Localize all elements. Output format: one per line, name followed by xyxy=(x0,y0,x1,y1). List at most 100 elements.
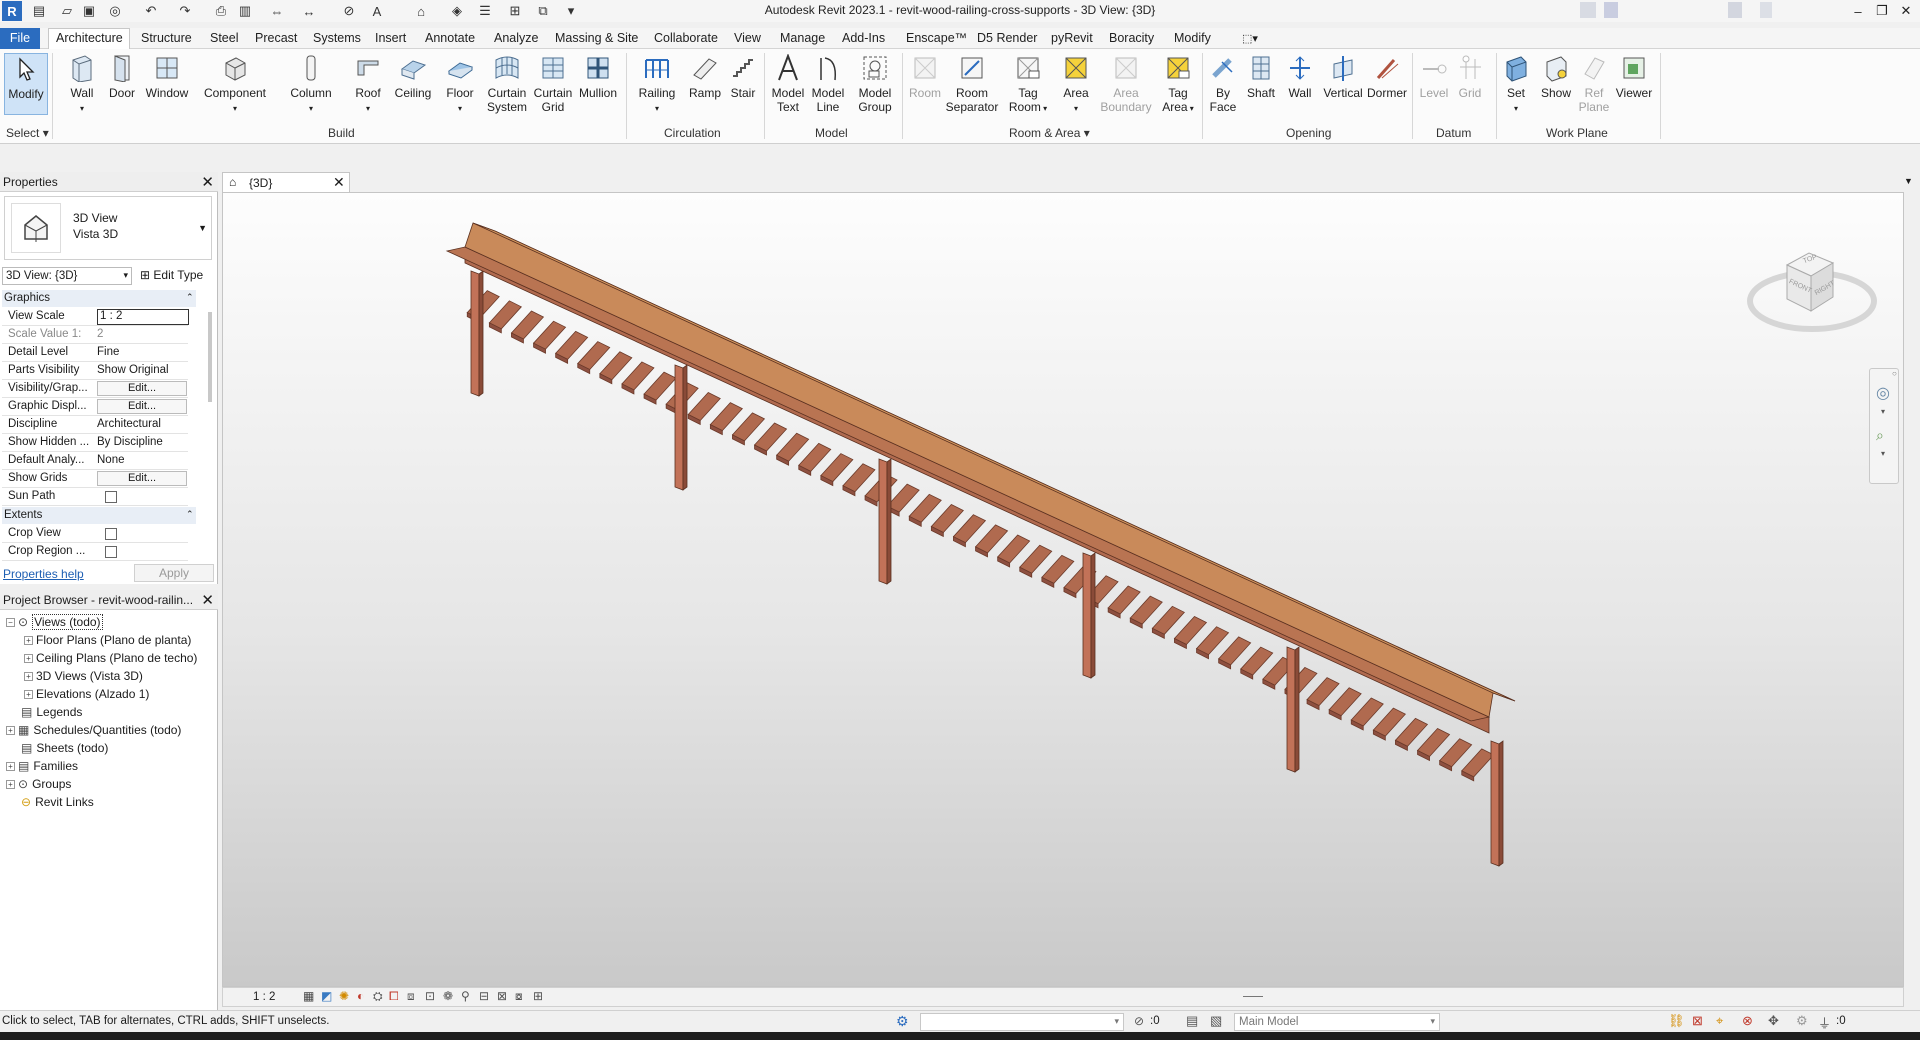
filter-icon[interactable]: ⏚ xyxy=(1818,1013,1831,1032)
properties-scrollbar[interactable] xyxy=(208,312,212,402)
cross-support-board[interactable] xyxy=(1416,728,1451,758)
cross-support-board[interactable] xyxy=(643,371,677,401)
vertical-opening-button[interactable]: Vertical xyxy=(1320,53,1366,100)
file-tab[interactable]: File xyxy=(0,28,40,49)
browser-node[interactable]: + ▦ Schedules/Quantities (todo) xyxy=(6,723,181,737)
reveal-hidden-icon[interactable]: ⚲ xyxy=(461,989,470,1003)
grid-button[interactable]: Grid xyxy=(1454,53,1486,100)
drag-elements-icon[interactable]: ✥ xyxy=(1768,1013,1779,1029)
cross-support-board[interactable] xyxy=(908,493,942,523)
cross-support-board[interactable] xyxy=(1394,717,1429,747)
model-group-button[interactable]: Model Group xyxy=(852,53,898,114)
railing-post-side[interactable] xyxy=(1498,740,1504,867)
property-value[interactable]: Fine xyxy=(97,346,189,362)
cross-support-board[interactable] xyxy=(1240,646,1274,676)
temporary-hide-icon[interactable]: ❁ xyxy=(443,989,453,1003)
close-icon[interactable]: ✕ xyxy=(333,174,345,191)
railing-post-side[interactable] xyxy=(886,458,892,585)
cross-support-board[interactable] xyxy=(1438,738,1473,768)
cross-support-board[interactable] xyxy=(820,453,854,483)
select-by-face-icon[interactable]: ⊗ xyxy=(1742,1013,1753,1029)
select-underlay-icon[interactable]: ⊠ xyxy=(1692,1013,1703,1029)
cross-support-board[interactable] xyxy=(1372,707,1406,737)
browser-node[interactable]: + Ceiling Plans (Plano de techo) xyxy=(24,651,197,665)
wood-railing-model[interactable] xyxy=(223,193,1904,987)
wall-button[interactable]: Wall ▾ xyxy=(64,53,100,116)
expand-icon[interactable]: + xyxy=(24,636,33,646)
property-value[interactable]: 1 : 2 xyxy=(97,309,189,325)
render-icon[interactable]: ⛭ xyxy=(373,989,383,1004)
cross-support-board[interactable] xyxy=(532,320,567,350)
cross-support-board[interactable] xyxy=(1107,585,1141,615)
railing-post-side[interactable] xyxy=(1090,552,1096,679)
show-crop-icon[interactable]: ⧈ xyxy=(407,989,415,1004)
design-option-dropdown[interactable]: Main Model ▾ xyxy=(1234,1013,1440,1031)
cross-support-board[interactable] xyxy=(731,412,766,442)
sun-path-icon[interactable]: ✺ xyxy=(339,989,349,1003)
area-boundary-button[interactable]: Area Boundary xyxy=(1096,53,1156,114)
workset-dropdown[interactable]: ▾ xyxy=(920,1013,1124,1031)
property-value[interactable] xyxy=(97,545,189,561)
tab-manage[interactable]: Manage xyxy=(780,31,825,45)
tab-annotate[interactable]: Annotate xyxy=(425,31,475,45)
by-face-button[interactable]: By Face xyxy=(1208,53,1238,114)
mullion-button[interactable]: Mullion xyxy=(576,53,620,100)
room-button[interactable]: Room xyxy=(906,53,944,100)
shaft-button[interactable]: Shaft xyxy=(1244,53,1278,100)
edit-button[interactable]: Edit... xyxy=(97,381,187,396)
drawing-area-3d[interactable]: TOP FRONT RIGHT ◎ ▾ ⌕ ▾ ○ xyxy=(222,192,1904,987)
browser-node[interactable]: ▤ Sheets (todo) xyxy=(6,741,108,755)
tab-view[interactable]: View xyxy=(734,31,761,45)
resize-handle[interactable] xyxy=(1243,996,1263,997)
restore-icon[interactable]: ❐ xyxy=(1870,0,1894,22)
property-value[interactable]: 2 xyxy=(97,328,189,344)
railing-post[interactable] xyxy=(1286,646,1296,773)
cross-support-board[interactable] xyxy=(886,483,920,513)
level-button[interactable]: Level xyxy=(1418,53,1450,100)
expand-icon[interactable]: + xyxy=(6,726,15,736)
railing-post[interactable] xyxy=(1490,740,1500,867)
cross-support-board[interactable] xyxy=(1195,626,1230,656)
cross-support-board[interactable] xyxy=(974,524,1009,554)
edit-button[interactable]: Edit... xyxy=(97,399,187,414)
expand-icon[interactable]: + xyxy=(24,690,33,700)
checkbox[interactable] xyxy=(105,491,117,503)
select-panel-label[interactable]: Select ▾ xyxy=(6,126,49,140)
railing-post-side[interactable] xyxy=(478,270,484,397)
railing-post[interactable] xyxy=(1082,552,1092,679)
expand-icon[interactable]: + xyxy=(24,654,33,664)
tab-analyze[interactable]: Analyze xyxy=(494,31,538,45)
handrail-ledge[interactable] xyxy=(445,246,1491,722)
cross-support-board[interactable] xyxy=(709,402,743,432)
browser-node[interactable]: + Elevations (Alzado 1) xyxy=(24,687,149,701)
tab-precast[interactable]: Precast xyxy=(255,31,297,45)
tab-insert[interactable]: Insert xyxy=(375,31,406,45)
property-value[interactable]: None xyxy=(97,454,189,470)
analytical-model-icon[interactable]: ⧇ xyxy=(515,989,523,1004)
worksharing-display-icon[interactable]: ⊠ xyxy=(497,989,507,1003)
tag-room-button[interactable]: Tag Room ▾ xyxy=(1008,53,1048,116)
tab-modify[interactable]: Modify xyxy=(1174,31,1211,45)
select-links-icon[interactable]: ⛓ xyxy=(1668,1013,1685,1029)
cross-support-board[interactable] xyxy=(1041,554,1075,584)
curtain-system-button[interactable]: Curtain System xyxy=(484,53,530,114)
tab-overflow-icon[interactable]: ▼ xyxy=(1904,176,1913,186)
design-option-icon[interactable]: ▧ xyxy=(1210,1013,1222,1029)
property-value[interactable]: Edit... xyxy=(97,381,189,398)
handrail-cap[interactable] xyxy=(472,222,1516,702)
browser-node[interactable]: ⊖ Revit Links xyxy=(6,795,94,809)
component-button[interactable]: Component ▾ xyxy=(202,53,268,116)
cross-support-board[interactable] xyxy=(842,463,876,493)
expand-icon[interactable]: + xyxy=(6,762,15,772)
window-button[interactable]: Window xyxy=(142,53,192,100)
area-button[interactable]: Area ▾ xyxy=(1058,53,1094,116)
shadows-icon[interactable]: ◐ xyxy=(357,989,364,1003)
cross-support-board[interactable] xyxy=(996,534,1031,564)
tab-pyrevit[interactable]: pyRevit xyxy=(1051,31,1093,45)
close-icon[interactable]: ✕ xyxy=(1894,0,1918,22)
railing-post-side[interactable] xyxy=(1294,646,1300,773)
floor-button[interactable]: Floor ▾ xyxy=(440,53,480,116)
railing-post[interactable] xyxy=(878,458,888,585)
cross-support-board[interactable] xyxy=(1173,616,1208,645)
tab-collaborate[interactable]: Collaborate xyxy=(654,31,718,45)
